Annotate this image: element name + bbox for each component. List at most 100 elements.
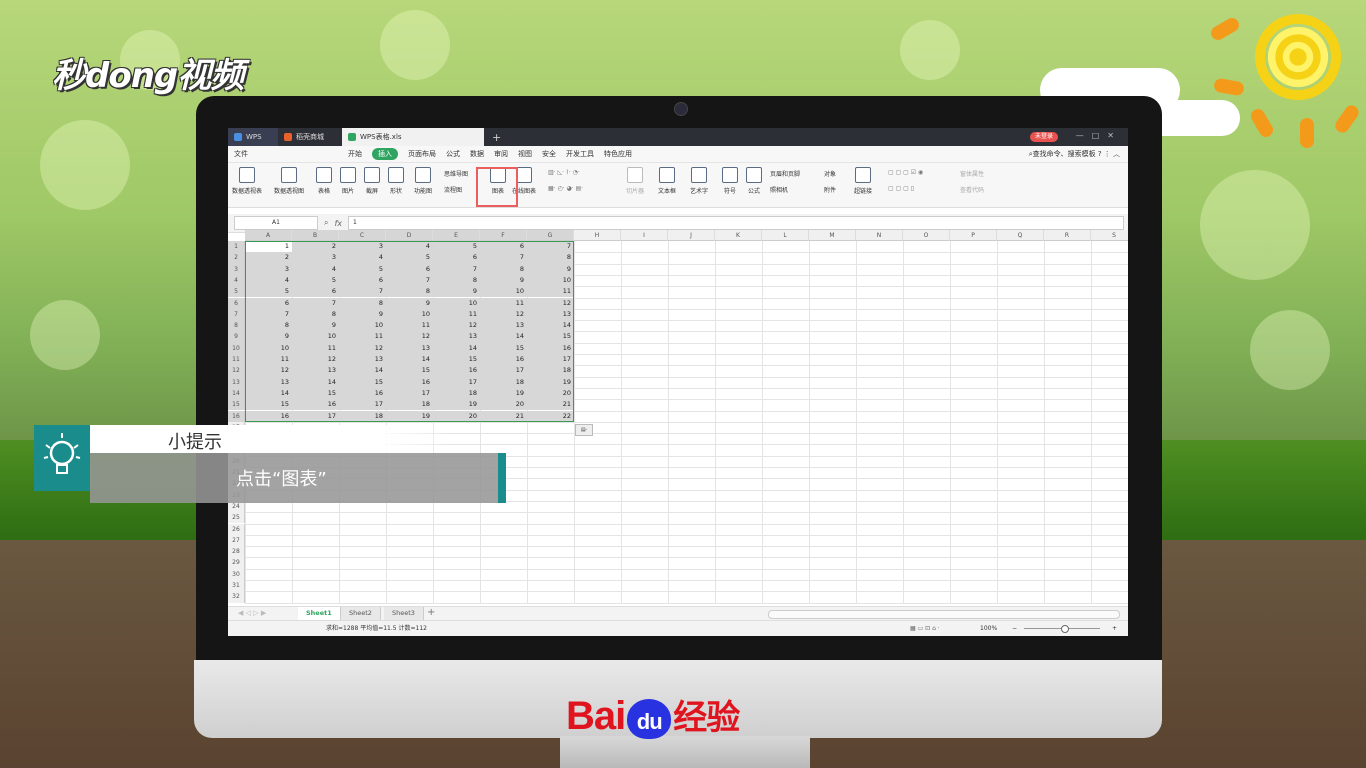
cell-A6[interactable]: 6 <box>245 297 292 309</box>
cell-F7[interactable]: 12 <box>480 308 527 321</box>
cell-D12[interactable]: 15 <box>386 365 433 377</box>
picture-button[interactable]: 图片 <box>340 167 356 195</box>
cell-G2[interactable]: 8 <box>527 252 574 264</box>
cell-G12[interactable]: 18 <box>527 365 574 377</box>
quick-analysis-button[interactable]: ▤· <box>575 424 593 436</box>
cell-C13[interactable]: 15 <box>339 376 386 388</box>
textbox-button[interactable]: 文本框 <box>658 167 676 195</box>
view-mode-icons[interactable]: ▦ ▭ ⊡ ⌂ · <box>910 621 940 636</box>
cell-F15[interactable]: 20 <box>480 399 527 411</box>
cell-E5[interactable]: 9 <box>433 286 480 298</box>
menu-special[interactable]: 特色应用 <box>604 149 632 159</box>
cell-G8[interactable]: 14 <box>527 320 574 332</box>
cell-A2[interactable]: 2 <box>245 252 292 264</box>
cell-A4[interactable]: 4 <box>245 274 292 287</box>
tab-file[interactable]: WPS表格.xls <box>342 128 484 146</box>
cell-F1[interactable]: 6 <box>480 241 527 253</box>
cell-G9[interactable]: 15 <box>527 331 574 343</box>
row-header-10[interactable]: 10 <box>228 342 245 354</box>
cell-C16[interactable]: 18 <box>339 410 386 422</box>
camera-button[interactable]: 照相机 <box>770 185 788 194</box>
cell-C11[interactable]: 13 <box>339 354 386 366</box>
cell-A7[interactable]: 7 <box>245 308 292 321</box>
cell-A8[interactable]: 8 <box>245 320 292 332</box>
cell-D4[interactable]: 7 <box>386 274 433 287</box>
cell-C7[interactable]: 9 <box>339 308 386 321</box>
cell-D9[interactable]: 12 <box>386 331 433 343</box>
column-header-A[interactable]: A <box>245 230 292 241</box>
cell-F12[interactable]: 17 <box>480 365 527 377</box>
column-header-J[interactable]: J <box>668 230 715 241</box>
form-controls[interactable]: ▢ ▢ ▢ ☑ ◉ <box>888 169 923 176</box>
menu-developer[interactable]: 开发工具 <box>566 149 594 159</box>
pivot-chart-button[interactable]: 数据透视图 <box>274 167 304 195</box>
cell-B14[interactable]: 15 <box>292 387 339 400</box>
column-header-L[interactable]: L <box>762 230 809 241</box>
cell-F10[interactable]: 15 <box>480 342 527 354</box>
menu-security[interactable]: 安全 <box>542 149 556 159</box>
cell-G14[interactable]: 20 <box>527 387 574 400</box>
formula-button[interactable]: 公式 <box>746 167 762 195</box>
cell-A10[interactable]: 10 <box>245 342 292 354</box>
cell-B3[interactable]: 4 <box>292 263 339 275</box>
cell-E6[interactable]: 10 <box>433 297 480 309</box>
cell-A13[interactable]: 13 <box>245 376 292 388</box>
row-header-14[interactable]: 14 <box>228 387 245 400</box>
cell-E12[interactable]: 16 <box>433 365 480 377</box>
cell-F16[interactable]: 21 <box>480 410 527 422</box>
cell-E1[interactable]: 5 <box>433 241 480 253</box>
cell-B15[interactable]: 16 <box>292 399 339 411</box>
cell-E7[interactable]: 11 <box>433 308 480 321</box>
zoom-search-icon[interactable]: ⌕ <box>324 218 328 228</box>
cell-A12[interactable]: 12 <box>245 365 292 377</box>
menu-home[interactable]: 开始 <box>348 149 362 159</box>
row-header-1[interactable]: 1 <box>228 241 245 253</box>
cell-G4[interactable]: 10 <box>527 274 574 287</box>
cell-F13[interactable]: 18 <box>480 376 527 388</box>
cell-F8[interactable]: 13 <box>480 320 527 332</box>
row-header-30[interactable]: 30 <box>228 568 245 580</box>
cell-C8[interactable]: 10 <box>339 320 386 332</box>
sheet-tab-2[interactable]: Sheet2 <box>341 607 381 620</box>
spreadsheet-grid[interactable]: ABCDEFGHIJKLMNOPQRS112345672234567833456… <box>228 230 1128 604</box>
cell-E16[interactable]: 20 <box>433 410 480 422</box>
row-header-15[interactable]: 15 <box>228 399 245 411</box>
cell-A16[interactable]: 16 <box>245 410 292 422</box>
cell-D8[interactable]: 11 <box>386 320 433 332</box>
cell-G6[interactable]: 12 <box>527 297 574 309</box>
object-button[interactable]: 对象 <box>824 169 836 178</box>
cell-G16[interactable]: 22 <box>527 410 574 422</box>
cell-A1[interactable]: 1 <box>245 241 292 253</box>
menu-data[interactable]: 数据 <box>470 149 484 159</box>
cell-C4[interactable]: 6 <box>339 274 386 287</box>
cell-F9[interactable]: 14 <box>480 331 527 343</box>
cell-C10[interactable]: 12 <box>339 342 386 354</box>
column-header-O[interactable]: O <box>903 230 950 241</box>
cell-E3[interactable]: 7 <box>433 263 480 275</box>
row-header-8[interactable]: 8 <box>228 320 245 332</box>
cell-F11[interactable]: 16 <box>480 354 527 366</box>
column-header-M[interactable]: M <box>809 230 856 241</box>
row-header-25[interactable]: 25 <box>228 512 245 524</box>
new-tab-button[interactable]: + <box>492 131 501 144</box>
form-controls-2[interactable]: ▢ ▢ ▢ ▯ <box>888 185 914 192</box>
column-header-G[interactable]: G <box>527 230 574 241</box>
cell-D1[interactable]: 4 <box>386 241 433 253</box>
menu-insert[interactable]: 插入 <box>372 148 398 160</box>
cell-F14[interactable]: 19 <box>480 387 527 400</box>
cell-E14[interactable]: 18 <box>433 387 480 400</box>
cell-D7[interactable]: 10 <box>386 308 433 321</box>
cell-C12[interactable]: 14 <box>339 365 386 377</box>
cell-G11[interactable]: 17 <box>527 354 574 366</box>
zoom-slider-handle[interactable] <box>1061 625 1069 633</box>
row-header-12[interactable]: 12 <box>228 365 245 377</box>
cell-G7[interactable]: 13 <box>527 308 574 321</box>
view-code-button[interactable]: 查看代码 <box>960 185 984 194</box>
sheet-nav-arrows[interactable]: ◀ ◁ ▷ ▶ <box>238 609 266 617</box>
row-header-16[interactable]: 16 <box>228 410 245 422</box>
row-header-32[interactable]: 32 <box>228 591 245 603</box>
cell-A14[interactable]: 14 <box>245 387 292 400</box>
row-header-13[interactable]: 13 <box>228 376 245 388</box>
cell-B11[interactable]: 12 <box>292 354 339 366</box>
cell-C15[interactable]: 17 <box>339 399 386 411</box>
